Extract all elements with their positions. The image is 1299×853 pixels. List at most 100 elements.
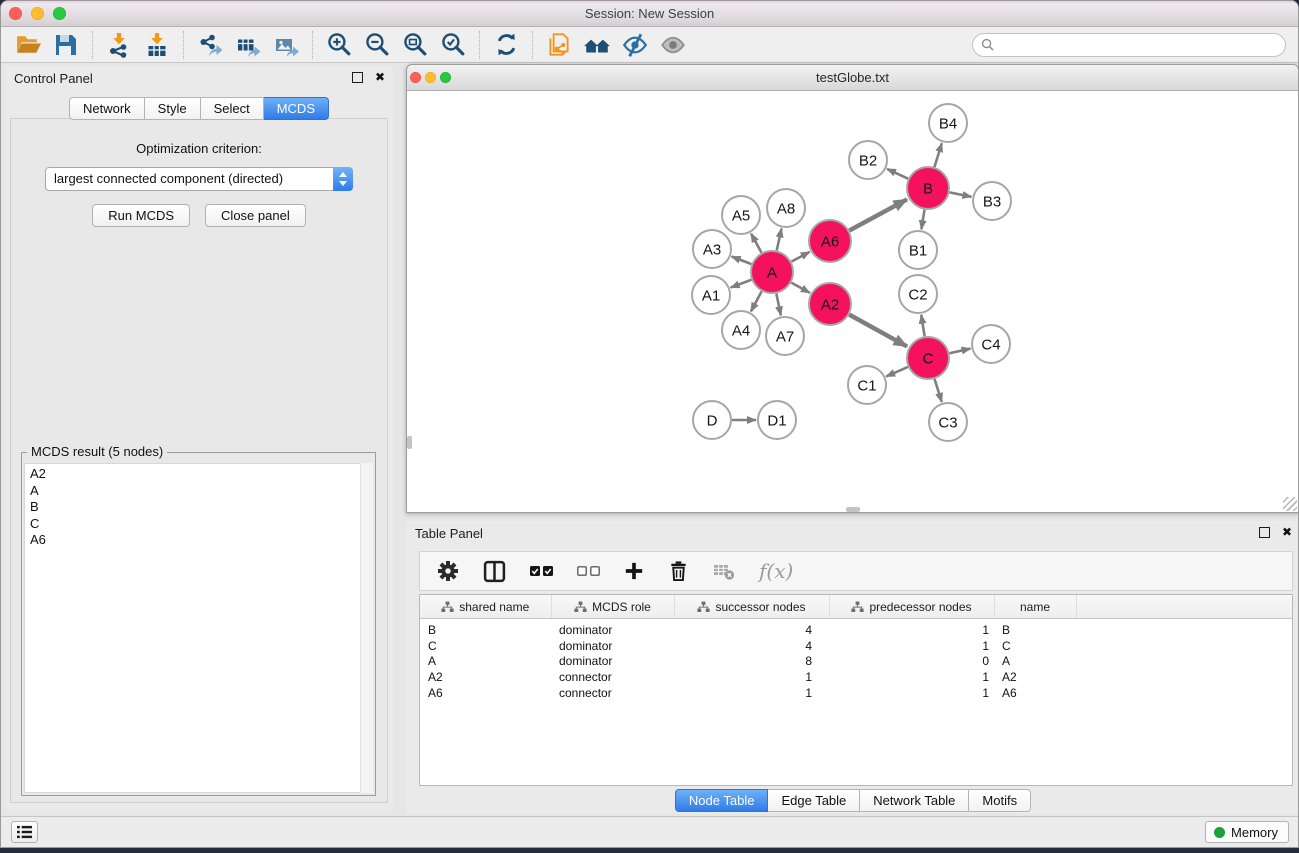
result-scrollbar[interactable] xyxy=(360,463,373,793)
close-panel-icon[interactable] xyxy=(375,71,385,83)
table-row[interactable]: A6connector11A6 xyxy=(420,685,1292,701)
graph-edge[interactable] xyxy=(777,229,782,251)
memory-button[interactable]: Memory xyxy=(1205,821,1289,843)
run-mcds-button[interactable]: Run MCDS xyxy=(92,204,190,227)
result-item[interactable]: A2 xyxy=(25,466,372,483)
delete-table-button[interactable] xyxy=(713,562,735,581)
add-column-button[interactable] xyxy=(624,561,644,581)
close-panel-icon[interactable] xyxy=(1282,526,1292,538)
graph-edge[interactable] xyxy=(849,199,907,230)
optimization-dropdown[interactable]: largest connected component (directed) xyxy=(45,167,353,191)
graph-edge[interactable] xyxy=(921,315,924,337)
graph-edge[interactable] xyxy=(732,257,752,265)
tab-edge-table[interactable]: Edge Table xyxy=(768,789,860,812)
float-panel-icon[interactable] xyxy=(1259,527,1270,538)
network-canvas[interactable]: B4B2BB3A8A5A6B1A3AC2A1A2A4A7C4CC1C3DD1 xyxy=(407,91,1298,512)
column-header-successor-nodes[interactable]: successor nodes xyxy=(674,595,829,619)
close-window-icon[interactable] xyxy=(410,72,421,83)
graph-node[interactable]: B3 xyxy=(973,182,1011,220)
hide-panels-button[interactable] xyxy=(616,29,654,61)
horizontal-scrollbar-thumb[interactable] xyxy=(846,507,860,512)
graph-edge[interactable] xyxy=(949,349,970,354)
graph-node[interactable]: A8 xyxy=(767,189,805,227)
close-window-icon[interactable] xyxy=(9,7,22,20)
graph-node[interactable]: A7 xyxy=(766,317,804,355)
graph-node[interactable]: C xyxy=(907,337,949,379)
graph-node[interactable]: D xyxy=(693,401,731,439)
export-network-button[interactable] xyxy=(191,29,229,61)
table-row[interactable]: Adominator80A xyxy=(420,654,1292,670)
delete-button[interactable] xyxy=(668,560,689,582)
graph-edge[interactable] xyxy=(731,280,752,288)
dropdown-stepper-icon[interactable] xyxy=(333,167,353,191)
gear-button[interactable] xyxy=(437,560,459,582)
tab-style[interactable]: Style xyxy=(145,97,201,120)
zoom-in-button[interactable] xyxy=(320,29,358,61)
table-row[interactable]: Bdominator41B xyxy=(420,619,1292,638)
vertical-scrollbar-thumb[interactable] xyxy=(407,436,412,449)
result-item[interactable]: A xyxy=(25,483,372,500)
tab-network[interactable]: Network xyxy=(69,97,145,120)
graph-node[interactable]: B1 xyxy=(899,231,937,269)
export-table-button[interactable] xyxy=(229,29,267,61)
graph-node[interactable]: C4 xyxy=(972,325,1010,363)
refresh-button[interactable] xyxy=(487,29,525,61)
graph-edge[interactable] xyxy=(751,233,761,252)
zoom-window-icon[interactable] xyxy=(440,72,451,83)
show-panels-button[interactable] xyxy=(654,29,692,61)
graph-node[interactable]: C1 xyxy=(848,366,886,404)
function-builder-button[interactable]: f(x) xyxy=(759,559,793,583)
graph-node[interactable]: D1 xyxy=(758,401,796,439)
graph-node[interactable]: A3 xyxy=(693,230,731,268)
graph-edge[interactable] xyxy=(776,294,780,316)
show-columns-button[interactable] xyxy=(483,560,506,583)
graph-node[interactable]: A6 xyxy=(809,220,851,262)
graph-edge[interactable] xyxy=(751,291,762,311)
graph-node[interactable]: A4 xyxy=(722,311,760,349)
tab-network-table[interactable]: Network Table xyxy=(860,789,969,812)
result-item[interactable]: A6 xyxy=(25,532,372,549)
tab-mcds[interactable]: MCDS xyxy=(264,97,329,120)
graph-node[interactable]: B xyxy=(907,167,949,209)
graph-node[interactable]: A1 xyxy=(692,276,730,314)
table-row[interactable]: Cdominator41C xyxy=(420,638,1292,654)
tab-select[interactable]: Select xyxy=(201,97,264,120)
zoom-selected-button[interactable] xyxy=(434,29,472,61)
column-header-MCDS-role[interactable]: MCDS role xyxy=(551,595,674,619)
zoom-out-button[interactable] xyxy=(358,29,396,61)
import-network-button[interactable] xyxy=(100,29,138,61)
close-panel-button[interactable]: Close panel xyxy=(205,204,306,227)
import-table-button[interactable] xyxy=(138,29,176,61)
result-item[interactable]: C xyxy=(25,516,372,533)
zoom-window-icon[interactable] xyxy=(53,7,66,20)
home-button[interactable] xyxy=(578,29,616,61)
float-panel-icon[interactable] xyxy=(352,72,363,83)
deselect-all-button[interactable] xyxy=(577,566,600,576)
column-header-name[interactable]: name xyxy=(994,595,1076,619)
graph-node[interactable]: B2 xyxy=(849,141,887,179)
column-header-predecessor-nodes[interactable]: predecessor nodes xyxy=(829,595,994,619)
save-session-button[interactable] xyxy=(47,29,85,61)
graph-edge[interactable] xyxy=(887,169,908,179)
zoom-fit-button[interactable] xyxy=(396,29,434,61)
search-input[interactable] xyxy=(994,37,1277,53)
export-image-button[interactable] xyxy=(267,29,305,61)
graph-edge[interactable] xyxy=(886,367,908,377)
graph-edge[interactable] xyxy=(934,143,941,167)
open-session-button[interactable] xyxy=(9,29,47,61)
column-header-shared-name[interactable]: shared name xyxy=(420,595,551,619)
graph-node[interactable]: A5 xyxy=(722,196,760,234)
minimize-window-icon[interactable] xyxy=(31,7,44,20)
search-box[interactable] xyxy=(972,33,1286,57)
graph-edge[interactable] xyxy=(791,283,810,293)
table-row[interactable]: A2connector11A2 xyxy=(420,669,1292,685)
graph-node[interactable]: A2 xyxy=(809,283,851,325)
resize-grip[interactable] xyxy=(1283,497,1297,511)
graph-node[interactable]: A xyxy=(751,251,793,293)
network-from-document-button[interactable] xyxy=(540,29,578,61)
graph-edge[interactable] xyxy=(935,379,942,402)
graph-node[interactable]: C3 xyxy=(929,403,967,441)
minimize-window-icon[interactable] xyxy=(425,72,436,83)
graph-node[interactable]: B4 xyxy=(929,104,967,142)
result-item[interactable]: B xyxy=(25,499,372,516)
